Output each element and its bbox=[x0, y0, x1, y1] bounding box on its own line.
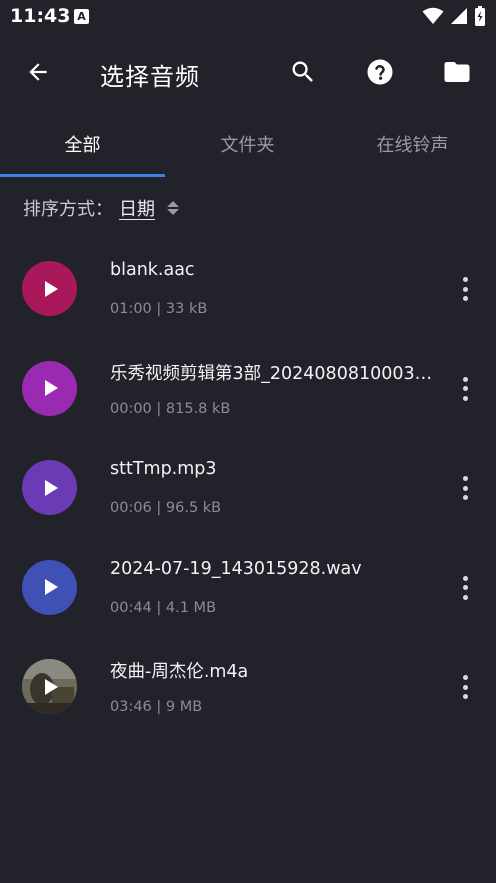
list-item[interactable]: 夜曲-周杰伦.m4a 03:46 | 9 MB bbox=[0, 636, 496, 736]
item-meta: 03:46 | 9 MB bbox=[110, 699, 203, 715]
item-title: blank.aac bbox=[110, 260, 195, 280]
list-item[interactable]: sttTmp.mp3 00:06 | 96.5 kB bbox=[0, 437, 496, 537]
more-options-button[interactable] bbox=[452, 672, 478, 702]
arrow-back-icon bbox=[29, 63, 47, 81]
tab-all[interactable]: 全部 bbox=[0, 112, 165, 176]
list-item[interactable]: 2024-07-19_143015928.wav 00:44 | 4.1 MB bbox=[0, 537, 496, 637]
play-button[interactable] bbox=[22, 559, 77, 615]
folder-button[interactable] bbox=[439, 54, 475, 90]
more-options-button[interactable] bbox=[452, 374, 478, 404]
item-title: 夜曲-周杰伦.m4a bbox=[110, 662, 249, 682]
tab-online-ringtones[interactable]: 在线铃声 bbox=[330, 112, 495, 176]
play-button[interactable] bbox=[22, 460, 77, 515]
item-title: 2024-07-19_143015928.wav bbox=[110, 558, 362, 579]
app-bar: 选择音频 bbox=[0, 36, 496, 108]
search-icon bbox=[292, 61, 313, 82]
audio-list: blank.aac 01:00 | 33 kB 乐秀视频剪辑第3部_202408… bbox=[0, 238, 496, 736]
sort-label: 排序方式： bbox=[23, 199, 113, 220]
tab-bar: 全部 文件夹 在线铃声 bbox=[0, 112, 496, 178]
play-button[interactable] bbox=[22, 261, 77, 316]
page-title: 选择音频 bbox=[100, 63, 200, 91]
help-button[interactable] bbox=[362, 54, 398, 90]
status-indicators bbox=[422, 6, 486, 26]
more-options-button[interactable] bbox=[452, 473, 478, 503]
play-icon bbox=[45, 380, 58, 396]
play-button[interactable] bbox=[22, 360, 77, 416]
status-time: 11:43 bbox=[10, 5, 71, 27]
play-icon bbox=[45, 678, 58, 695]
notification-a-icon: A bbox=[74, 9, 89, 24]
item-meta: 00:06 | 96.5 kB bbox=[110, 500, 222, 516]
folder-icon bbox=[444, 62, 470, 82]
play-icon bbox=[45, 280, 58, 297]
sort-row: 排序方式： 日期 bbox=[23, 195, 179, 221]
list-item[interactable]: blank.aac 01:00 | 33 kB bbox=[0, 238, 496, 338]
play-icon bbox=[45, 479, 58, 496]
battery-icon bbox=[475, 6, 485, 26]
play-icon bbox=[45, 579, 58, 595]
back-button[interactable] bbox=[20, 54, 56, 90]
item-meta: 01:00 | 33 kB bbox=[110, 301, 208, 317]
help-icon bbox=[367, 59, 393, 85]
item-meta: 00:00 | 815.8 kB bbox=[110, 400, 231, 417]
tab-folder[interactable]: 文件夹 bbox=[165, 112, 330, 176]
tab-indicator bbox=[0, 174, 165, 177]
sort-toggle-icon[interactable] bbox=[167, 201, 179, 215]
signal-icon bbox=[451, 8, 467, 24]
search-button[interactable] bbox=[285, 54, 321, 90]
more-options-button[interactable] bbox=[452, 573, 478, 603]
wifi-icon bbox=[422, 7, 444, 24]
sort-value[interactable]: 日期 bbox=[119, 195, 155, 221]
item-meta: 00:44 | 4.1 MB bbox=[110, 599, 217, 616]
item-title: 乐秀视频剪辑第3部_20240808100030.mp3 bbox=[110, 363, 442, 384]
status-bar: 11:43 A bbox=[0, 0, 496, 34]
list-item[interactable]: 乐秀视频剪辑第3部_20240808100030.mp3 00:00 | 815… bbox=[0, 338, 496, 438]
item-title: sttTmp.mp3 bbox=[110, 459, 217, 479]
more-options-button[interactable] bbox=[452, 274, 478, 304]
play-button[interactable] bbox=[22, 659, 77, 714]
